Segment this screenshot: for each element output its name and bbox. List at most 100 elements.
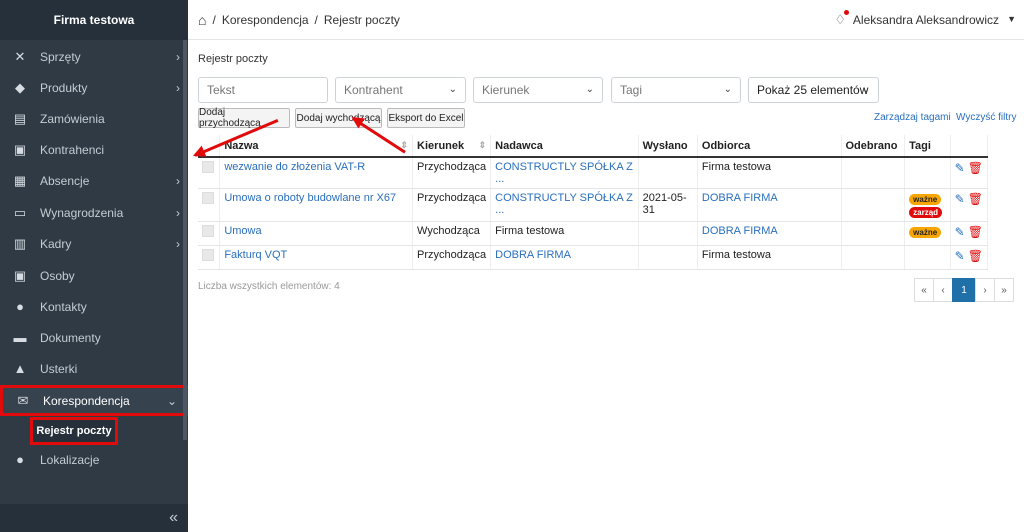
search-input[interactable]: Tekst <box>198 77 328 103</box>
person-card-icon: ▣ <box>13 267 27 283</box>
sender-link[interactable]: DOBRA FIRMA <box>495 249 571 261</box>
sidebar-item-osoby[interactable]: ▣ Osoby <box>0 260 188 291</box>
page-size-select[interactable]: Pokaż 25 elementów ⌄ <box>748 77 879 103</box>
row-checkbox[interactable] <box>202 161 214 173</box>
cell-odbiorca: Firma testowa <box>697 245 842 270</box>
chevron-right-icon: › <box>176 173 180 188</box>
cell-nazwa: Fakturq VQT <box>219 245 414 270</box>
sidebar-item-usterki[interactable]: ▲ Usterki <box>0 353 188 384</box>
sidebar: Firma testowa ✕ Sprzęty › ◆ Produkty › ▤ Zamówi… <box>0 0 188 532</box>
chevron-down-icon: ⌄ <box>585 84 594 95</box>
cell-kierunek: Przychodząca <box>412 188 492 222</box>
cell-odbiorca: DOBRA FIRMA <box>697 221 842 246</box>
header-label: Nadawca <box>495 139 543 152</box>
row-checkbox[interactable] <box>202 225 214 237</box>
sidebar-item-kontakty[interactable]: ● Kontakty <box>0 291 188 322</box>
sort-icon[interactable]: ⇕ <box>479 140 487 151</box>
trash-icon[interactable]: 🗑 <box>968 225 983 239</box>
column-header-kierunek[interactable]: Kierunek ⇕ <box>412 135 492 158</box>
notification-dot <box>844 10 849 15</box>
cell-odebrano <box>841 188 906 222</box>
document-link[interactable]: Umowa <box>224 225 261 237</box>
pager-next[interactable]: › <box>975 278 995 302</box>
sidebar-item-lokalizacje[interactable]: ● Lokalizacje <box>0 444 188 475</box>
cell-actions: ✎ 🗑 <box>950 157 989 189</box>
sidebar-item-label: Dokumenty <box>40 330 101 345</box>
pager-last[interactable]: » <box>994 278 1014 302</box>
cell-tagi: ważne <box>904 221 951 246</box>
bell-icon[interactable]: ♢ <box>834 10 849 28</box>
trash-icon[interactable]: 🗑 <box>968 161 983 175</box>
folder-icon: ▬ <box>13 330 27 345</box>
row-checkbox[interactable] <box>202 249 214 261</box>
sidebar-item-zamówienia[interactable]: ▤ Zamówienia <box>0 103 188 134</box>
header-label: Odbiorca <box>701 139 751 152</box>
recipient-link[interactable]: DOBRA FIRMA <box>702 192 778 204</box>
sidebar-item-korespondencja[interactable]: ✉ Korespondencja ⌄ <box>0 385 188 416</box>
kierunek-select[interactable]: Kierunek ⌄ <box>473 77 603 103</box>
add-outgoing-button[interactable]: Dodaj wychodzącą <box>295 108 382 128</box>
cell-odbiorca: Firma testowa <box>697 157 842 189</box>
sidebar-item-kontrahenci[interactable]: ▣ Kontrahenci <box>0 134 188 165</box>
users-icon: ● <box>16 299 24 314</box>
sender-link: Firma testowa <box>495 225 565 237</box>
manage-tags-link[interactable]: Zarządzaj tagami <box>874 112 951 123</box>
mail-register-table: Nazwa ⇕ Kierunek ⇕ Nadawca Wysłano Odbiorc… <box>198 135 989 270</box>
actions-column-header <box>950 135 989 158</box>
sidebar-item-dokumenty[interactable]: ▬ Dokumenty <box>0 322 188 353</box>
cell-odbiorca: DOBRA FIRMA <box>697 188 842 222</box>
cell-tagi <box>904 245 951 270</box>
cell-actions: ✎ 🗑 <box>950 245 989 270</box>
sidebar-scrollbar[interactable] <box>183 40 187 440</box>
cell-odebrano <box>841 157 906 189</box>
pager-page-1[interactable]: 1 <box>952 278 976 302</box>
sidebar-item-produkty[interactable]: ◆ Produkty › <box>0 72 188 103</box>
cell-kierunek: Wychodząca <box>412 221 492 246</box>
document-link[interactable]: wezwanie do złożenia VAT-R <box>224 161 365 173</box>
clear-filters-link[interactable]: Wyczyść filtry <box>956 112 1016 123</box>
collapse-sidebar-icon[interactable]: « <box>0 504 188 532</box>
pager-first[interactable]: « <box>914 278 934 302</box>
table-row: Umowa Wychodząca Firma testowa DOBRA FIRMA w… <box>198 221 989 246</box>
header-label: Wysłano <box>642 139 688 152</box>
total-count: Liczba wszystkich elementów: 4 <box>198 281 340 292</box>
trash-icon[interactable]: 🗑 <box>968 192 983 206</box>
caret-down-icon[interactable]: ▼ <box>1007 14 1016 24</box>
export-excel-button[interactable]: Eksport do Excel <box>387 108 465 128</box>
tools-icon: ✕ <box>14 48 26 64</box>
sidebar-item-label: Lokalizacje <box>40 452 100 467</box>
edit-icon[interactable]: ✎ <box>955 225 965 239</box>
column-header-odebrano: Odebrano <box>841 135 906 158</box>
chevron-down-icon: ⌄ <box>861 84 870 95</box>
user-menu[interactable]: Aleksandra Aleksandrowicz <box>853 13 999 27</box>
page-size-label: Pokaż 25 elementów <box>757 83 869 97</box>
cell-nadawca: Firma testowa <box>490 221 639 246</box>
row-checkbox[interactable] <box>202 192 214 204</box>
sidebar-item-wynagrodzenia[interactable]: ▭ Wynagrodzenia › <box>0 197 188 228</box>
sender-link[interactable]: CONSTRUCTLY SPÓŁKA Z ... <box>495 161 633 185</box>
chevron-right-icon: › <box>176 205 180 220</box>
cell-actions: ✎ 🗑 <box>950 188 989 222</box>
cell-nadawca: CONSTRUCTLY SPÓŁKA Z ... <box>490 157 639 189</box>
sidebar-item-label: Kontrahenci <box>40 142 105 157</box>
home-icon[interactable]: ⌂ <box>198 12 206 28</box>
recipient-link: Firma testowa <box>701 249 771 261</box>
pager-prev[interactable]: ‹ <box>933 278 953 302</box>
trash-icon[interactable]: 🗑 <box>968 249 983 263</box>
sidebar-item-label: Kadry <box>40 236 72 251</box>
sidebar-item-kadry[interactable]: ▥ Kadry › <box>0 228 188 259</box>
document-link[interactable]: Fakturq VQT <box>224 249 287 261</box>
breadcrumb-korespondencja[interactable]: Korespondencja <box>222 13 309 27</box>
edit-icon[interactable]: ✎ <box>955 192 965 206</box>
edit-icon[interactable]: ✎ <box>955 161 965 175</box>
kontrahent-select[interactable]: Kontrahent ⌄ <box>335 77 466 103</box>
tagi-select[interactable]: Tagi ⌄ <box>611 77 741 103</box>
sidebar-subitem-rejestr-poczty[interactable]: Rejestr poczty <box>30 417 118 445</box>
sender-link[interactable]: CONSTRUCTLY SPÓŁKA Z ... <box>495 192 633 216</box>
column-header-wyslano: Wysłano <box>638 135 698 158</box>
sidebar-item-absencje[interactable]: ▦ Absencje › <box>0 165 188 196</box>
sidebar-item-sprzęty[interactable]: ✕ Sprzęty › <box>0 41 188 72</box>
recipient-link[interactable]: DOBRA FIRMA <box>702 225 778 237</box>
edit-icon[interactable]: ✎ <box>955 249 965 263</box>
document-link[interactable]: Umowa o roboty budowlane nr X67 <box>224 192 396 204</box>
